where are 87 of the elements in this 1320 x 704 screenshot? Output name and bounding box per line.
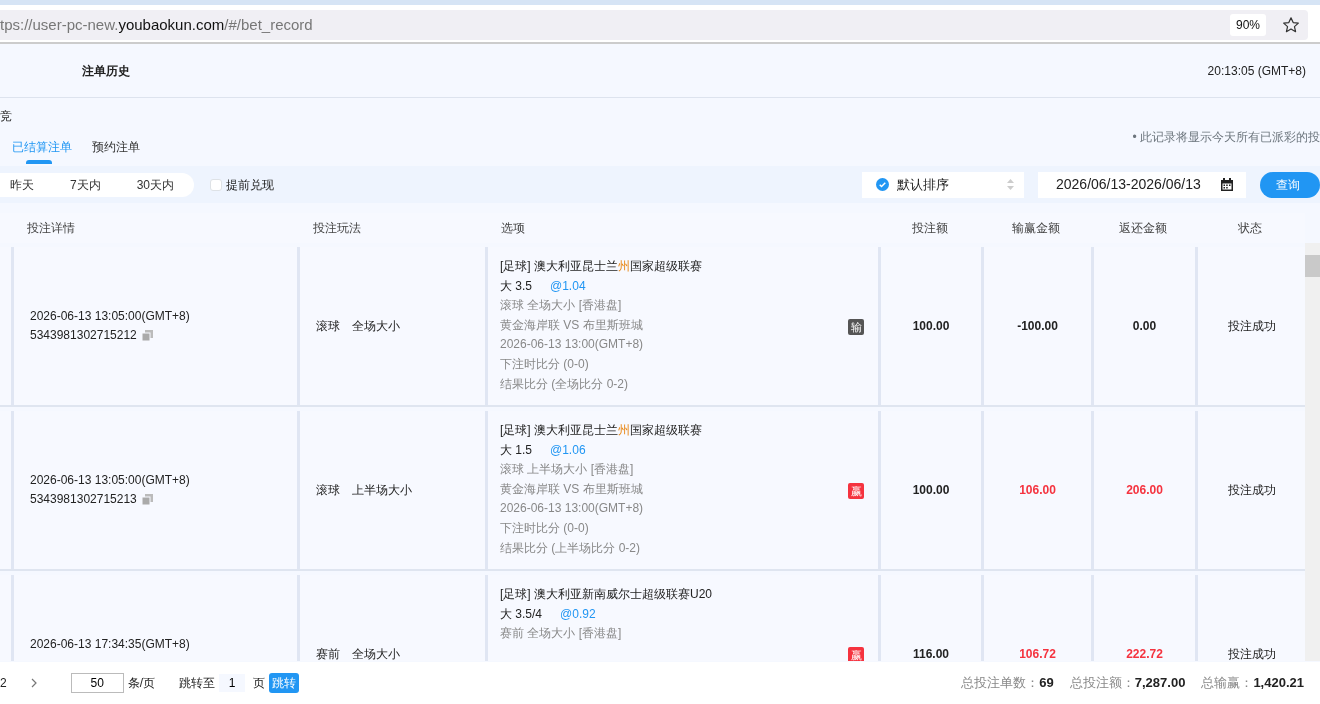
pick-text: 大 1.5 (500, 442, 532, 457)
bet-time: 2026-06-13 13:05:00(GMT+8) (30, 308, 190, 325)
bet-detail: 黄金海岸联 VS 布里斯班城 (500, 480, 643, 498)
tab[interactable]: 预约注单 (92, 134, 140, 164)
win-loss-amount: 106.72 (1019, 646, 1056, 661)
checkbox-label: 提前兑现 (226, 176, 275, 194)
page-size-unit: 条/页 (127, 675, 156, 692)
result-badge: 输 (848, 319, 864, 335)
odds-text: @0.92 (560, 606, 596, 621)
total-label: 总投注额： (1069, 674, 1135, 693)
bet-id: 5343981302715213 (30, 491, 137, 508)
page-title: 注单历史 (82, 62, 130, 80)
next-page-icon[interactable] (30, 678, 37, 688)
page-size-field[interactable]: 50 (70, 673, 124, 693)
return-amount: 0.00 (1132, 318, 1157, 335)
column-header: 投注玩法 (313, 221, 361, 235)
total-value: 1,420.21 (1253, 674, 1304, 693)
win-loss-amount: 106.00 (1019, 482, 1056, 499)
date-range-field[interactable]: 2026/06/13-2026/06/13 (1038, 171, 1246, 198)
copy-icon[interactable] (141, 494, 153, 505)
pick-text: 大 3.5 (500, 278, 532, 293)
column-header: 选项 (501, 221, 525, 235)
bet-detail: 滚球 全场大小 [香港盘] (500, 297, 622, 315)
column-header: 返还金额 (1119, 221, 1167, 235)
zoom-level[interactable]: 90% (1229, 14, 1266, 36)
column-header: 状态 (1238, 221, 1262, 235)
odds-text: @1.04 (550, 278, 586, 293)
bet-detail: 结果比分 (全场比分 0-2) (500, 375, 628, 393)
bet-detail: 滚球 上半场大小 [香港盘] (500, 461, 634, 479)
total-value: 69 (1039, 674, 1054, 693)
page-unit: 页 (253, 675, 266, 692)
bet-type: 滚球 全场大小 (316, 318, 400, 335)
jump-page-field[interactable]: 1 (219, 674, 246, 692)
stake-amount: 100.00 (912, 318, 950, 335)
bet-detail: 结果比分 (上半场比分 0-2) (500, 539, 640, 557)
odds-text: @1.06 (550, 442, 586, 457)
calendar-icon (1220, 177, 1234, 192)
clock-text: 20:13:05 (GMT+8) (1207, 62, 1306, 80)
bet-detail: 赛前 全场大小 [香港盘] (500, 625, 622, 643)
copy-icon[interactable] (141, 330, 153, 341)
bet-detail: 下注时比分 (0-0) (500, 519, 589, 537)
page-number[interactable]: 2 (0, 674, 7, 692)
bet-type: 赛前 全场大小 (316, 646, 400, 661)
total-label: 总输赢： (1201, 674, 1254, 693)
bet-time: 2026-06-13 13:05:00(GMT+8) (30, 472, 190, 489)
scrollbar[interactable] (1305, 243, 1320, 661)
check-circle-icon (876, 178, 889, 191)
date-range-option[interactable]: 昨天 (0, 175, 44, 194)
column-header: 投注详情 (27, 221, 75, 235)
sort-arrows-icon (1007, 179, 1014, 190)
bet-detail: 下注时比分 (0-0) (500, 355, 589, 373)
return-amount: 206.00 (1126, 482, 1163, 499)
league-name: [足球] 澳大利亚昆士兰州国家超级联赛 (500, 258, 702, 275)
return-amount: 222.72 (1126, 646, 1163, 661)
category-label: 竞 (0, 108, 12, 125)
checkbox[interactable] (210, 178, 223, 191)
bet-id: 5343981302715212 (30, 327, 137, 344)
bet-detail: 2026-06-13 13:00(GMT+8) (500, 336, 644, 354)
stake-amount: 116.00 (912, 646, 949, 661)
url-text: tps://user-pc-new.youbaokun.com/#/bet_record (0, 14, 313, 35)
league-name: [足球] 澳大利亚新南威尔士超级联赛U20 (500, 586, 712, 603)
bet-detail: 黄金海岸联 VS 布里斯班城 (500, 316, 643, 334)
address-bar[interactable]: tps://user-pc-new.youbaokun.com/#/bet_record 90% (0, 10, 1308, 40)
win-loss-amount: -100.00 (1017, 318, 1058, 335)
date-range-value: 2026/06/13-2026/06/13 (1056, 175, 1201, 194)
bookmark-star-icon[interactable] (1282, 16, 1300, 34)
date-range-option[interactable]: 30天内 (126, 175, 195, 194)
status-text: 投注成功 (1227, 318, 1276, 335)
column-header: 输赢金额 (1012, 221, 1060, 235)
league-name: [足球] 澳大利亚昆士兰州国家超级联赛 (500, 422, 702, 439)
pick-text: 大 3.5/4 (500, 606, 543, 621)
sort-value: 默认排序 (897, 175, 949, 194)
total-label: 总投注单数： (961, 674, 1040, 693)
bet-time: 2026-06-13 17:34:35(GMT+8) (30, 636, 190, 653)
total-value: 7,287.00 (1134, 674, 1186, 693)
notice-text: • 此记录将显示今天所有已派彩的投 (1132, 129, 1320, 146)
column-header: 投注额 (911, 221, 948, 235)
status-text: 投注成功 (1227, 482, 1276, 499)
bet-type: 滚球 上半场大小 (316, 482, 412, 499)
date-range-option[interactable]: 7天内 (44, 175, 127, 194)
bet-detail: 2026-06-13 13:00(GMT+8) (500, 500, 644, 518)
result-badge: 赢 (848, 647, 864, 661)
stake-amount: 100.00 (912, 482, 950, 499)
status-text: 投注成功 (1227, 646, 1276, 661)
jump-label: 跳转至 (179, 675, 216, 692)
result-badge: 赢 (848, 483, 864, 499)
sort-select[interactable]: 默认排序 (862, 171, 1024, 198)
